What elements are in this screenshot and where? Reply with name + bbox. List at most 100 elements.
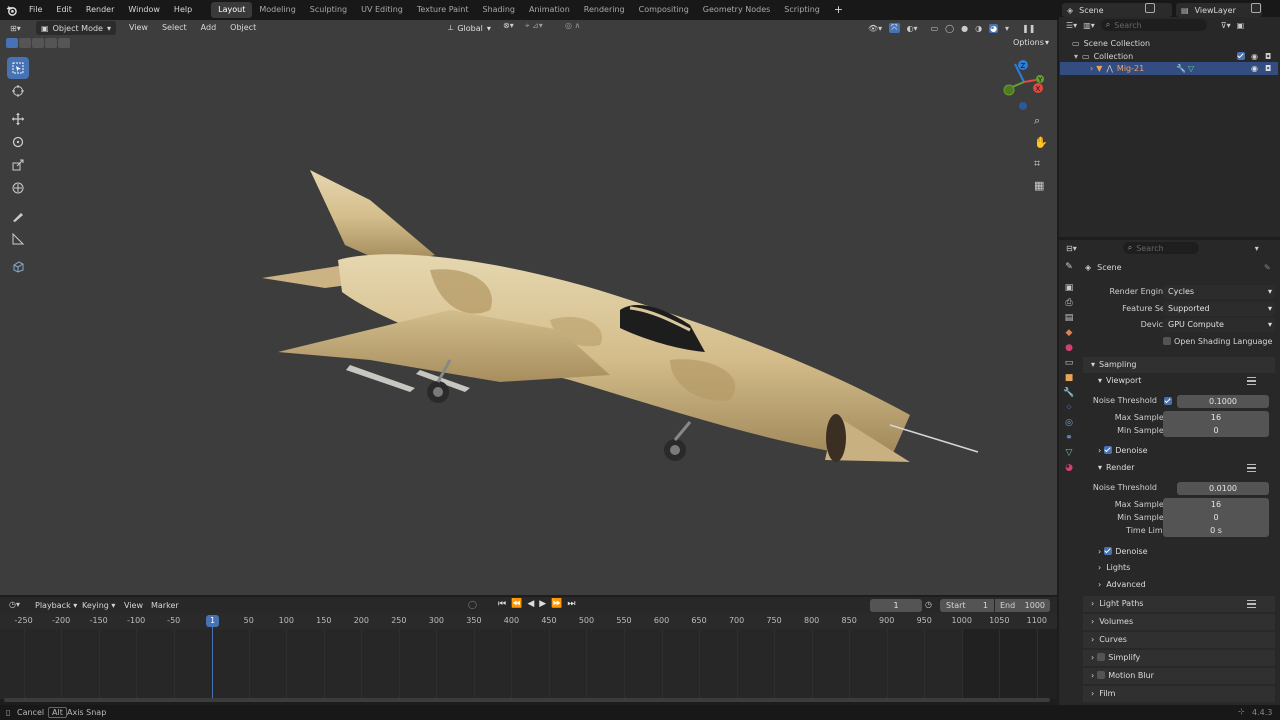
film-panel[interactable]: › Film (1083, 686, 1275, 702)
menu-object[interactable]: Object (223, 18, 263, 38)
collection-tab-icon[interactable]: ▭ (1065, 358, 1074, 368)
outliner-editor-icon[interactable]: ☰▾ (1066, 21, 1077, 30)
sampling-panel-header[interactable]: ▾ Sampling (1083, 357, 1275, 373)
playhead-frame-indicator[interactable]: 1 (206, 615, 219, 627)
vp-noise-threshold-field[interactable]: 0.1000 (1177, 395, 1269, 408)
vp-denoise-subpanel[interactable]: › Denoise (1098, 444, 1148, 458)
motion-blur-checkbox[interactable] (1097, 671, 1106, 679)
end-frame-field[interactable]: End 1000 (995, 599, 1050, 612)
render-subpanel-header[interactable]: ▾ Render (1098, 461, 1135, 475)
shading-rendered-icon[interactable]: ◕ (989, 23, 999, 33)
editor-type-icon[interactable]: ⊞▾ (10, 24, 28, 33)
tab-texture-paint[interactable]: Texture Paint (410, 0, 476, 20)
select-new-icon[interactable] (6, 38, 18, 48)
jump-end-icon[interactable]: ⏭ (567, 599, 575, 609)
particles-tab-icon[interactable]: ⁘ (1065, 403, 1073, 413)
properties-search-input[interactable]: ⌕ Search (1122, 242, 1199, 254)
overlays-icon[interactable]: ◐▾ (907, 24, 918, 33)
camera-icon[interactable]: ◘ (1265, 52, 1271, 61)
shading-solid-icon[interactable]: ● (961, 24, 968, 33)
play-icon[interactable]: ▶ (539, 599, 546, 609)
presets-list-icon[interactable] (1247, 600, 1256, 608)
r-denoise-checkbox[interactable] (1104, 547, 1113, 555)
outliner-search-input[interactable]: ⌕ Search (1100, 19, 1207, 31)
timeline-scrollbar[interactable] (4, 698, 1050, 702)
filter-icon[interactable]: ⊽▾ (1221, 21, 1231, 30)
xray-icon[interactable]: ▭ (931, 24, 939, 33)
menu-render[interactable]: Render (79, 0, 121, 20)
simplify-panel[interactable]: › Simplify (1083, 650, 1275, 666)
snap-icon[interactable]: ⌖ ⊿▾ (525, 21, 543, 31)
mode-selector[interactable]: ▣ Object Mode ▾ (36, 21, 116, 35)
blender-logo-icon[interactable] (0, 5, 22, 16)
tab-rendering[interactable]: Rendering (577, 0, 632, 20)
data-tab-icon[interactable]: ▽ (1066, 448, 1073, 458)
keying-menu[interactable]: Keying ▾ (82, 601, 115, 610)
outliner-row-scene-collection[interactable]: ▭ Scene Collection (1062, 37, 1278, 49)
new-scene-icon[interactable] (1145, 3, 1155, 13)
mig-21-model[interactable] (250, 160, 990, 470)
menu-window[interactable]: Window (121, 0, 167, 20)
chevron-right-icon[interactable]: › (1090, 64, 1093, 73)
menu-add[interactable]: Add (194, 18, 224, 38)
menu-view[interactable]: View (122, 18, 155, 38)
menu-file[interactable]: File (22, 0, 49, 20)
pin-icon[interactable]: ✎ (1264, 263, 1271, 272)
feature-set-dropdown[interactable]: Supported ▾ (1163, 302, 1275, 316)
object-tab-icon[interactable]: ■ (1065, 373, 1074, 383)
tab-sculpting[interactable]: Sculpting (303, 0, 354, 20)
outliner-row-mig-21[interactable]: › ▼ ⋀ Mig-21 🔧 ▽ ◉ ◘ (1060, 62, 1278, 75)
vp-max-samples-field[interactable]: 16 (1163, 411, 1269, 424)
play-reverse-icon[interactable]: ◀ (527, 599, 534, 609)
menu-help[interactable]: Help (167, 0, 199, 20)
time-limit-field[interactable]: 0 s (1163, 524, 1269, 537)
start-frame-field[interactable]: Start 1 (940, 599, 994, 612)
transform-tool[interactable] (7, 177, 29, 199)
new-viewlayer-icon[interactable] (1251, 3, 1261, 13)
lights-subpanel[interactable]: › Lights (1098, 561, 1130, 575)
add-workspace-icon[interactable]: + (827, 0, 850, 20)
osl-checkbox[interactable]: Open Shading Language (1163, 337, 1272, 346)
marker-menu[interactable]: Marker (151, 601, 179, 610)
chevron-down-icon[interactable]: ▾ (1255, 244, 1259, 253)
shading-wireframe-icon[interactable]: ◯ (945, 24, 954, 33)
tab-scripting[interactable]: Scripting (777, 0, 827, 20)
select-subtract-icon[interactable] (32, 38, 44, 48)
presets-list-icon[interactable] (1247, 377, 1256, 385)
viewport-subpanel-header[interactable]: ▾ Viewport (1098, 374, 1141, 388)
scene-selector[interactable]: ◈ Scene (1062, 3, 1172, 17)
view-layer-tab-icon[interactable]: ▤ (1065, 313, 1074, 323)
new-collection-icon[interactable]: ▣ (1237, 21, 1245, 30)
select-intersect-icon[interactable] (58, 38, 70, 48)
presets-list-icon[interactable] (1247, 464, 1256, 472)
viewlayer-selector[interactable]: ▤ ViewLayer (1176, 3, 1262, 17)
options-button[interactable]: Options (1013, 38, 1044, 47)
proportional-edit-icon[interactable]: ◎ ∧ (565, 21, 580, 30)
include-checkbox[interactable] (1237, 52, 1245, 60)
r-min-samples-field[interactable]: 0 (1163, 511, 1269, 524)
current-frame-field[interactable]: 1 (870, 599, 922, 612)
scale-tool[interactable] (7, 154, 29, 176)
physics-tab-icon[interactable]: ◎ (1065, 418, 1073, 428)
transform-orientation[interactable]: ⟂ Global ▾ (448, 20, 491, 36)
constraints-tab-icon[interactable]: ⚭ (1065, 433, 1073, 443)
tool-tab-icon[interactable]: ✎ (1065, 262, 1073, 272)
curves-panel[interactable]: › Curves (1083, 632, 1275, 648)
chevron-down-icon[interactable]: ▾ (1074, 52, 1078, 61)
pause-render-icon[interactable]: ❚❚ (1022, 24, 1035, 33)
tab-layout[interactable]: Layout (211, 2, 253, 18)
select-invert-icon[interactable] (45, 38, 57, 48)
tab-animation[interactable]: Animation (522, 0, 577, 20)
view-menu[interactable]: View (124, 601, 143, 610)
camera-view-icon[interactable]: ⌗ (1034, 157, 1048, 171)
properties-editor-icon[interactable]: ⊟▾ (1066, 244, 1077, 253)
perspective-grid-icon[interactable]: ▦ (1034, 179, 1048, 192)
visibility-icon[interactable]: 👁▾ (868, 24, 882, 33)
pivot-icon[interactable]: ⊗▾ (503, 21, 514, 30)
tab-shading[interactable]: Shading (475, 0, 522, 20)
r-max-samples-field[interactable]: 16 (1163, 498, 1269, 511)
world-tab-icon[interactable]: ● (1065, 343, 1073, 353)
stopwatch-icon[interactable]: ◷ (925, 600, 932, 609)
playback-menu[interactable]: Playback ▾ (35, 601, 77, 610)
next-keyframe-icon[interactable]: ⏩ (551, 599, 562, 609)
